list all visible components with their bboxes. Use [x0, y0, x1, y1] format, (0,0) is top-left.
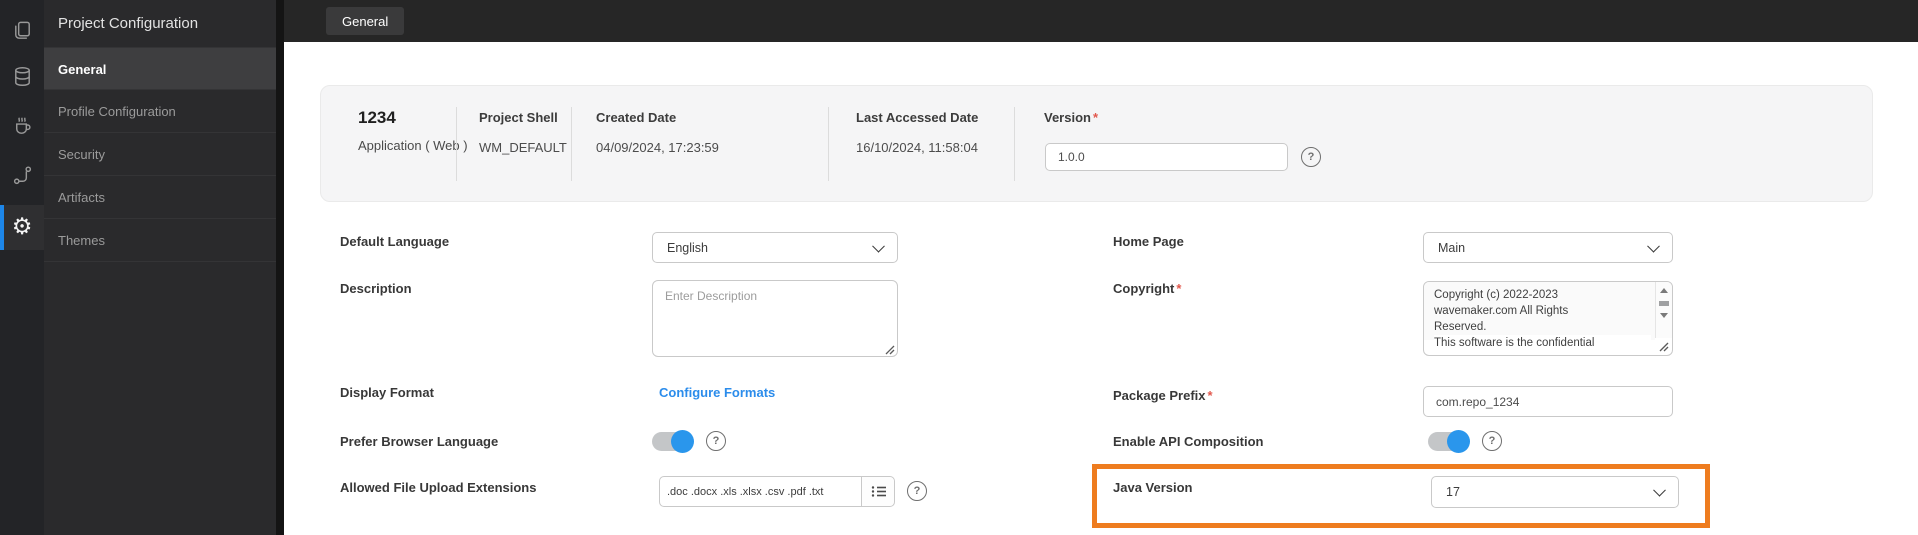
home-page-label: Home Page — [1113, 234, 1184, 249]
scroll-down-icon[interactable] — [1660, 313, 1668, 318]
sidebar: Project Configuration General Profile Co… — [44, 0, 276, 535]
copyright-textarea[interactable]: Copyright (c) 2022-2023 wavemaker.com Al… — [1423, 281, 1673, 356]
settings-gear-icon[interactable]: ⚙ — [0, 205, 44, 250]
sidebar-item-artifacts[interactable]: Artifacts — [44, 176, 276, 219]
tab-bar: General — [284, 0, 1918, 42]
card-divider — [571, 107, 572, 181]
allowed-file-upload-extensions-label: Allowed File Upload Extensions — [340, 480, 537, 495]
scroll-up-icon[interactable] — [1660, 288, 1668, 293]
java-version-highlight-box — [1092, 464, 1710, 528]
card-divider — [1014, 107, 1015, 181]
created-date-label: Created Date — [596, 110, 677, 125]
version-label: Version * — [1044, 110, 1099, 125]
prefer-browser-language-help-icon[interactable]: ? — [706, 431, 726, 451]
version-input[interactable] — [1045, 143, 1288, 171]
pages-icon[interactable] — [0, 8, 44, 52]
copyright-scrollbar[interactable] — [1655, 282, 1672, 338]
icon-rail: ⚙ — [0, 0, 44, 535]
tab-general[interactable]: General — [326, 7, 405, 35]
sidebar-item-profile-configuration[interactable]: Profile Configuration — [44, 90, 276, 133]
card-divider — [828, 107, 829, 181]
project-info-card: 1234 Application ( Web ) Project Shell W… — [320, 85, 1873, 202]
enable-api-composition-toggle[interactable] — [1428, 430, 1470, 453]
prefer-browser-language-toggle[interactable] — [652, 430, 694, 453]
project-shell-value: WM_DEFAULT — [479, 140, 567, 155]
display-format-label: Display Format — [340, 385, 434, 400]
last-accessed-date-label: Last Accessed Date — [856, 110, 979, 125]
sidebar-item-security[interactable]: Security — [44, 133, 276, 176]
created-date-value: 04/09/2024, 17:23:59 — [596, 140, 719, 155]
prefer-browser-language-label: Prefer Browser Language — [340, 434, 499, 449]
scrollbar-thumb[interactable] — [1659, 301, 1669, 306]
apis-icon[interactable] — [0, 153, 44, 197]
allowed-extensions-input[interactable] — [660, 477, 861, 506]
resize-grip-icon[interactable] — [1658, 341, 1669, 352]
sidebar-item-general[interactable]: General — [44, 47, 276, 90]
resize-grip-icon[interactable] — [884, 344, 895, 355]
default-language-label: Default Language — [340, 234, 450, 249]
sidebar-title: Project Configuration — [58, 15, 199, 32]
allowed-extensions-input-group — [659, 476, 895, 507]
database-icon[interactable] — [0, 54, 44, 98]
extensions-list-button[interactable] — [861, 477, 894, 506]
description-textarea[interactable] — [652, 280, 898, 357]
project-name: 1234 — [358, 108, 396, 127]
configure-formats-link[interactable]: Configure Formats — [659, 385, 775, 400]
panel-separator — [276, 0, 284, 535]
copyright-label: Copyright * — [1113, 281, 1182, 296]
version-help-icon[interactable]: ? — [1301, 147, 1321, 167]
description-label: Description — [340, 281, 412, 296]
last-accessed-date-value: 16/10/2024, 11:58:04 — [856, 140, 978, 155]
home-page-select[interactable]: Main — [1423, 232, 1673, 263]
default-language-select[interactable]: English — [652, 232, 898, 263]
card-divider — [456, 107, 457, 181]
package-prefix-input[interactable] — [1423, 386, 1673, 417]
list-icon — [871, 486, 886, 497]
active-rail-indicator — [0, 205, 4, 250]
chevron-down-icon — [1647, 239, 1660, 253]
chevron-down-icon — [872, 239, 885, 253]
project-configuration-screen: ⚙ Project Configuration General Profile … — [0, 0, 1918, 535]
package-prefix-label: Package Prefix * — [1113, 388, 1213, 403]
project-shell-label: Project Shell — [479, 110, 558, 125]
enable-api-composition-label: Enable API Composition — [1113, 434, 1264, 449]
java-services-icon[interactable] — [0, 103, 44, 147]
enable-api-composition-help-icon[interactable]: ? — [1482, 431, 1502, 451]
sidebar-item-themes[interactable]: Themes — [44, 219, 276, 262]
project-type: Application ( Web ) — [358, 138, 468, 153]
allowed-extensions-help-icon[interactable]: ? — [907, 481, 927, 501]
